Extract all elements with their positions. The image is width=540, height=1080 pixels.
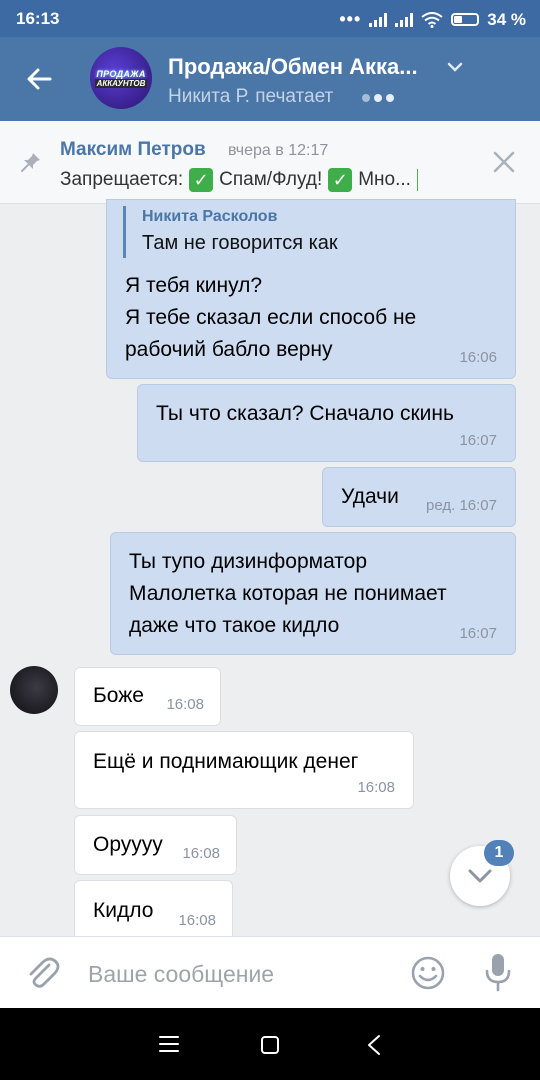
chat-avatar[interactable]: ПРОДАЖА АККАУНТОВ [90, 47, 152, 109]
notification-dots-icon: ••• [339, 9, 362, 29]
message-line: рабочий бабло верну [125, 338, 333, 361]
message-bubble-outgoing[interactable]: Ты тупо дизинформатор Малолетка которая … [110, 532, 516, 655]
square-icon[interactable] [260, 1035, 280, 1055]
battery-icon [451, 13, 480, 26]
message-text: Я тебя кинул? Я тебе сказал если способ … [125, 270, 416, 366]
reply-text: Там не говорится как [142, 232, 338, 254]
chevron-down-icon [468, 869, 492, 883]
message-bubble-outgoing[interactable]: Ты что сказал? Сначало скинь 16:07 [137, 384, 516, 462]
message-time: 16:07 [459, 432, 497, 449]
back-triangle-icon[interactable] [366, 1034, 382, 1056]
message-time: 16:08 [166, 696, 204, 713]
signal-icon [369, 12, 388, 27]
chevron-down-icon[interactable] [446, 61, 464, 73]
message-text: Удачи [341, 485, 399, 508]
status-time: 16:13 [16, 9, 60, 28]
pinned-author: Максим Петров [60, 139, 206, 160]
pinned-item1: Спам/Флуд! [219, 169, 323, 190]
message-time: 16:06 [459, 349, 497, 366]
message-bubble-outgoing[interactable]: Удачи ред. 16:07 [322, 467, 516, 527]
message-bubble-incoming[interactable]: Кидло 16:08 [74, 880, 233, 938]
arrow-left-icon[interactable] [20, 59, 60, 99]
signal-icon [395, 12, 414, 27]
message-bubble-incoming[interactable]: Боже 16:08 [74, 667, 221, 726]
message-time: 16:07 [459, 625, 497, 642]
message-text: Ты тупо дизинформатор Малолетка которая … [129, 546, 447, 642]
avatar-line1: ПРОДАЖА [96, 68, 146, 79]
typing-dots-icon [362, 94, 394, 102]
pinned-text: Запрещается: ✓ Спам/Флуд! ✓ Мно... [60, 168, 418, 192]
system-navigation-bar [0, 1008, 540, 1080]
battery-level: 34 % [487, 9, 526, 29]
message-text: Кидло [93, 899, 154, 922]
message-line: даже что такое кидло [129, 614, 340, 637]
message-line: Малолетка которая не понимает [129, 582, 447, 605]
typing-status: Никита Р. печатает [168, 86, 334, 107]
message-time: 16:08 [357, 779, 395, 796]
message-time: 16:08 [182, 845, 220, 862]
check-mark-icon: ✓ [189, 168, 214, 192]
message-line: Я тебя кинул? [125, 274, 263, 297]
paperclip-icon[interactable] [22, 953, 62, 993]
message-text: Оруууу [93, 833, 163, 856]
message-bubble-incoming[interactable]: Оруууу 16:08 [74, 815, 237, 875]
pinned-message[interactable]: Максим Петров вчера в 12:17 Запрещается:… [0, 121, 540, 204]
message-bubble-outgoing[interactable]: Никита Расколов Там не говорится как Я т… [106, 199, 516, 379]
message-time: 16:08 [178, 912, 216, 929]
check-mark-icon: ✓ [328, 168, 353, 192]
sender-avatar[interactable] [10, 666, 58, 714]
message-text: Боже [93, 684, 144, 707]
chat-header: ПРОДАЖА АККАУНТОВ Продажа/Обмен Акка... … [0, 37, 540, 121]
message-time: ред. 16:07 [426, 497, 497, 514]
avatar-line2: АККАУНТОВ [94, 78, 148, 88]
reply-author: Никита Расколов [142, 208, 278, 225]
message-composer [0, 936, 540, 1009]
message-bubble-incoming[interactable]: Ещё и поднимающик денег 16:08 [74, 731, 414, 809]
pinned-prefix: Запрещается: [60, 169, 184, 190]
wifi-icon [421, 11, 443, 28]
message-line: Ты тупо дизинформатор [129, 550, 368, 573]
smile-icon[interactable] [410, 955, 446, 991]
status-bar: 16:13 ••• 34 % [0, 0, 540, 37]
message-text: Ещё и поднимающик денег [93, 750, 359, 773]
message-input[interactable] [86, 955, 390, 993]
chat-title[interactable]: Продажа/Обмен Акка... [168, 54, 418, 80]
unread-count-badge: 1 [484, 840, 514, 866]
close-icon[interactable] [492, 150, 516, 174]
message-line: Я тебе сказал если способ не [125, 306, 417, 329]
pin-icon [21, 153, 40, 172]
pinned-date: вчера в 12:17 [228, 142, 329, 159]
menu-icon[interactable] [158, 1035, 180, 1053]
microphone-icon[interactable] [482, 951, 514, 993]
message-text: Ты что сказал? Сначало скинь [156, 402, 454, 425]
text-caret [416, 169, 418, 191]
pinned-item2: Мно... [358, 169, 411, 190]
reply-quote[interactable]: Никита Расколов Там не говорится как [123, 206, 338, 258]
